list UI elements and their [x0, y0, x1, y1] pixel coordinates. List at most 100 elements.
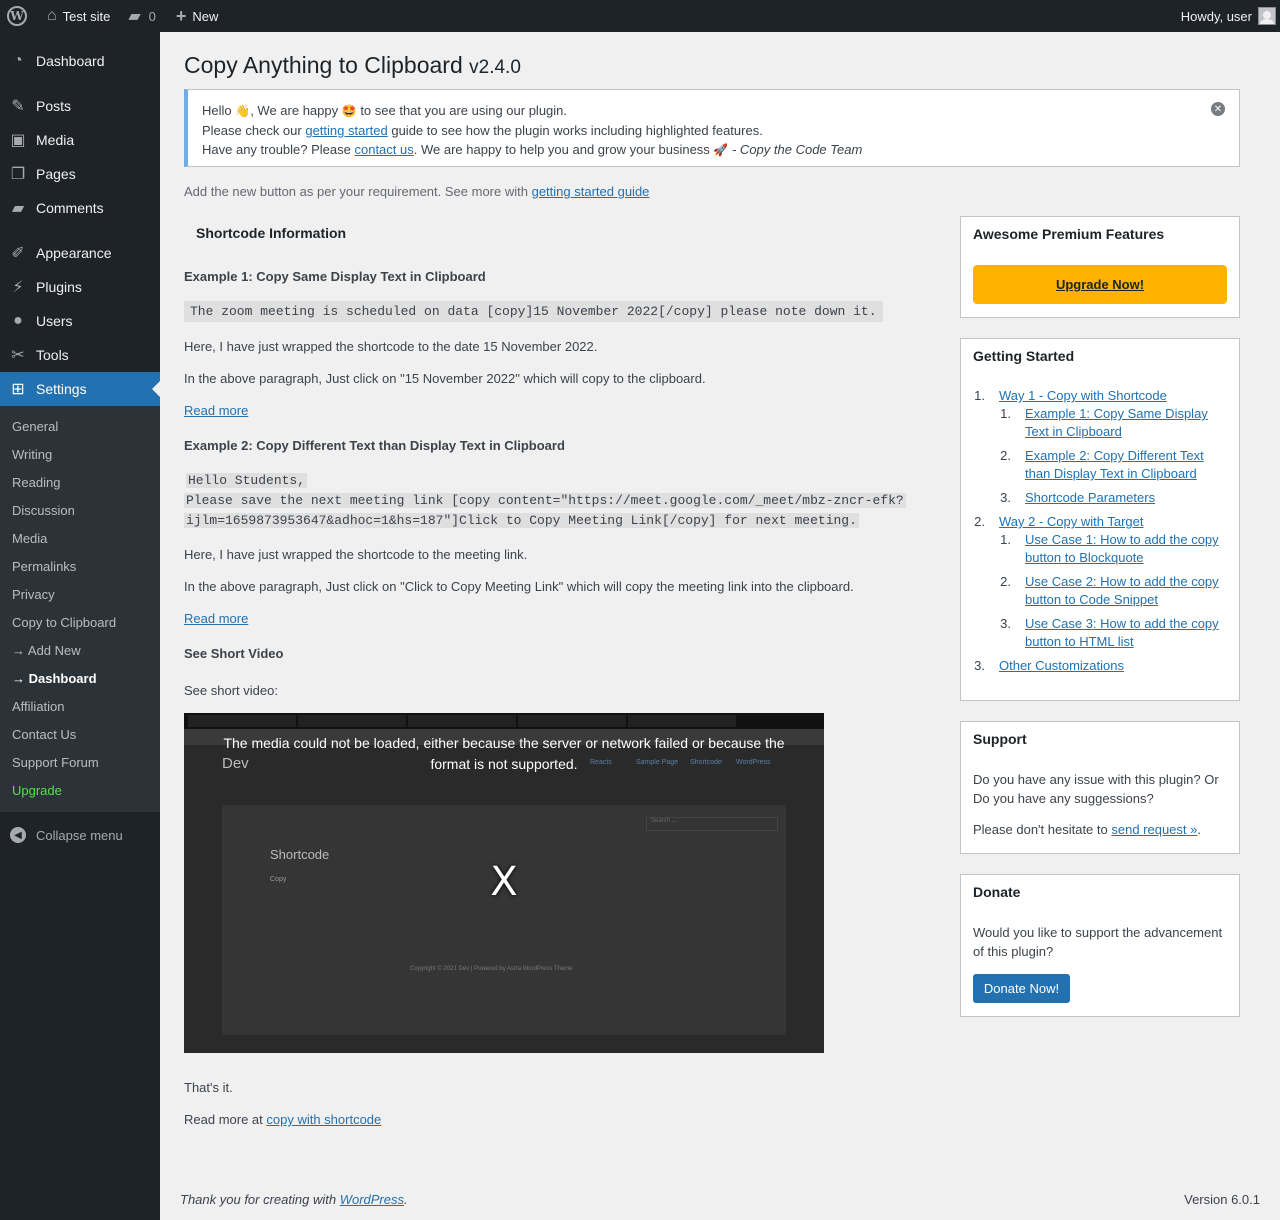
notice-text: . We are happy to help you and grow your…: [413, 142, 714, 157]
submenu-copy-to-clipboard[interactable]: Copy to Clipboard: [12, 615, 116, 630]
submenu-dashboard[interactable]: → Dashboard: [12, 671, 97, 686]
notice-text: , We are happy: [250, 103, 342, 118]
support-label: .: [1197, 822, 1201, 837]
menu-comments[interactable]: ▰ Comments: [0, 191, 160, 225]
video-thumb-tab: [518, 715, 626, 727]
my-account-menu[interactable]: Howdy, user: [1173, 0, 1280, 32]
menu-media[interactable]: ▣ Media: [0, 123, 160, 157]
send-request-link[interactable]: send request »: [1111, 822, 1197, 837]
menu-label: Comments: [36, 200, 104, 216]
code-line: Hello Students,: [186, 473, 308, 488]
submenu-writing[interactable]: Writing: [12, 447, 52, 462]
comments-count: 0: [148, 8, 156, 24]
menu-plugins[interactable]: ⚡ Plugins: [0, 270, 160, 304]
submenu-general[interactable]: General: [12, 419, 58, 434]
submenu-discussion[interactable]: Discussion: [12, 503, 75, 518]
toc-label: Example 1: Copy Same Display: [1025, 406, 1208, 421]
dismiss-notice-icon[interactable]: ✕: [1211, 102, 1225, 116]
support-title: Support: [973, 731, 1027, 747]
toc-number: 1.: [1000, 532, 1011, 547]
thats-it-text: That's it.: [184, 1080, 233, 1095]
upgrade-now-button[interactable]: Upgrade Now!: [973, 265, 1227, 304]
collapse-menu-button[interactable]: ◀ Collapse menu: [0, 818, 123, 852]
toc-shortcode-parameters-link[interactable]: Shortcode Parameters: [1025, 489, 1155, 507]
toc-number: 3.: [1000, 490, 1011, 505]
menu-label: Settings: [36, 381, 87, 397]
submenu-affiliation[interactable]: Affiliation: [12, 699, 65, 714]
donate-widget: Donate Would you like to support the adv…: [960, 874, 1240, 1017]
menu-appearance[interactable]: ✐ Appearance: [0, 236, 160, 270]
donate-now-button[interactable]: Donate Now!: [973, 974, 1070, 1003]
read-more-link-2[interactable]: Read more: [184, 611, 248, 626]
brush-icon: ✐: [11, 245, 25, 262]
video-thumb-tab: [408, 715, 516, 727]
settings-icon: ⊞: [11, 381, 25, 398]
toc-number: 2.: [1000, 448, 1011, 463]
submenu-add-new[interactable]: → Add New: [12, 643, 81, 658]
menu-label: Appearance: [36, 245, 112, 261]
menu-label: Plugins: [36, 279, 82, 295]
page-title-text: Copy Anything to Clipboard: [184, 52, 463, 78]
toc-use-case-1-link[interactable]: Use Case 1: How to add the copy button to…: [1025, 531, 1219, 567]
getting-started-link[interactable]: getting started: [305, 123, 387, 138]
welcome-notice: Hello 👋, We are happy 🤩 to see that you …: [184, 89, 1240, 167]
submenu-reading[interactable]: Reading: [12, 475, 60, 490]
submenu-privacy[interactable]: Privacy: [12, 587, 55, 602]
toc-way-1-link[interactable]: Way 1 - Copy with Shortcode: [999, 387, 1167, 405]
wrench-icon: ✂: [11, 347, 25, 364]
toc-use-case-2-link[interactable]: Use Case 2: How to add the copy button to…: [1025, 573, 1219, 609]
menu-posts[interactable]: ✎ Posts: [0, 89, 160, 123]
toc-example-1-link[interactable]: Example 1: Copy Same Display Text in Clip…: [1025, 405, 1208, 441]
comments-menu[interactable]: ▰ 0: [118, 0, 164, 32]
toc-label: than Display Text in Clipboard: [1025, 466, 1197, 481]
menu-label: Dashboard: [36, 53, 105, 69]
video-thumb-page: [222, 805, 786, 1035]
toc-number: 3.: [974, 658, 985, 673]
menu-users[interactable]: ● Users: [0, 304, 160, 338]
submenu-upgrade[interactable]: Upgrade: [12, 783, 62, 798]
video-thumb-tab: [628, 715, 736, 727]
toc-label: Example 2: Copy Different Text: [1025, 448, 1204, 463]
submenu-media[interactable]: Media: [12, 531, 47, 546]
menu-label: Posts: [36, 98, 72, 114]
menu-dashboard[interactable]: ◔ Dashboard: [0, 44, 160, 78]
example-2-heading: Example 2: Copy Different Text than Disp…: [184, 438, 565, 453]
menu-pages[interactable]: ❐ Pages: [0, 157, 160, 191]
toc-example-2-link[interactable]: Example 2: Copy Different Text than Displ…: [1025, 447, 1204, 483]
toc-use-case-3-link[interactable]: Use Case 3: How to add the copy button to…: [1025, 615, 1219, 651]
getting-started-guide-link[interactable]: getting started guide: [532, 184, 650, 199]
toc-other-customizations-link[interactable]: Other Customizations: [999, 657, 1124, 675]
submenu-contact-us[interactable]: Contact Us: [12, 727, 76, 742]
notice-line-1: Hello 👋, We are happy 🤩 to see that you …: [202, 101, 1225, 121]
toc-number: 1.: [974, 388, 985, 403]
toc-way-2-link[interactable]: Way 2 - Copy with Target: [999, 513, 1144, 531]
submenu-permalinks[interactable]: Permalinks: [12, 559, 76, 574]
menu-tools[interactable]: ✂ Tools: [0, 338, 160, 372]
new-content-menu[interactable]: + New: [164, 0, 227, 32]
toc-label: button to HTML list: [1025, 634, 1134, 649]
copy-with-shortcode-link[interactable]: copy with shortcode: [266, 1112, 381, 1127]
example-2-code: Hello Students, Please save the next mee…: [184, 471, 924, 531]
comments-icon: ▰: [11, 200, 25, 217]
notice-text: Please check our: [202, 123, 306, 138]
footer-thanks-label: .: [404, 1192, 408, 1207]
example-2-para-2: In the above paragraph, Just click on "C…: [184, 579, 854, 594]
code-line: ijlm=1659873953647&adhoc=1&hs=187"]Click…: [184, 513, 859, 528]
dashboard-icon: ◔: [13, 52, 23, 69]
site-name-menu[interactable]: ⌂ Test site: [35, 0, 118, 32]
menu-label: Media: [36, 132, 75, 148]
submenu-support-forum[interactable]: Support Forum: [12, 755, 99, 770]
support-text-1: Do you have any issue with this plugin? …: [973, 770, 1219, 808]
menu-settings[interactable]: ⊞ Settings: [0, 372, 160, 406]
admin-sidebar: ◔ Dashboard ✎ Posts ▣ Media ❐ Pages ▰ Co…: [0, 32, 160, 1220]
video-thumb-tab: [188, 715, 296, 727]
video-player[interactable]: Dev Reacts Sample Page Shortcode WordPre…: [184, 713, 824, 1053]
waving-hand-icon: 👋: [235, 104, 251, 118]
pin-icon: ✎: [11, 98, 25, 115]
toc-label: Use Case 2: How to add the copy: [1025, 574, 1219, 589]
donate-line: Would you like to support the advancemen…: [973, 925, 1223, 940]
wp-logo-menu[interactable]: W: [0, 0, 35, 32]
read-more-link-1[interactable]: Read more: [184, 403, 248, 418]
contact-us-link[interactable]: contact us: [354, 142, 413, 157]
wordpress-link[interactable]: WordPress: [340, 1192, 404, 1207]
